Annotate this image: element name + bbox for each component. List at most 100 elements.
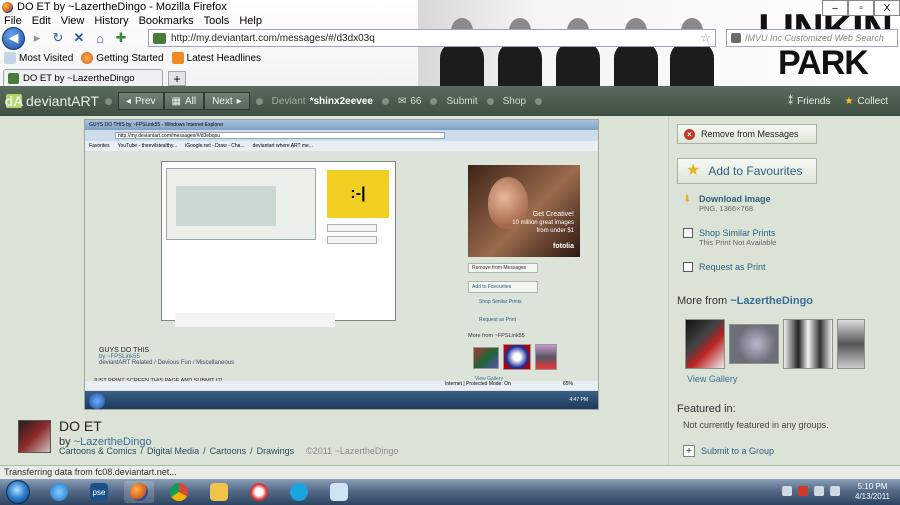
navigation-bar: ◀ ▸ ↻ ✕ ⌂ ✚ http://my.deviantart.com/mes… <box>2 26 900 50</box>
menu-file[interactable]: File <box>4 15 22 27</box>
system-tray <box>782 486 840 496</box>
tray-icon[interactable] <box>782 486 792 496</box>
addon-icon: ✚ <box>115 30 127 45</box>
search-input[interactable]: IMVU Inc Customized Web Search <box>726 29 898 47</box>
view-gallery-link[interactable]: View Gallery <box>687 374 737 384</box>
username: *shinx2eevee <box>309 95 373 107</box>
messages-menu[interactable]: ✉ 66 <box>398 96 422 107</box>
remove-from-messages-button[interactable]: × Remove from Messages <box>677 124 817 144</box>
taskbar-firefox[interactable] <box>124 481 154 503</box>
minimize-button[interactable]: – <box>822 0 848 16</box>
taskbar-chrome[interactable] <box>164 481 194 503</box>
menu-view[interactable]: View <box>61 15 85 27</box>
ie-taskbar: 4:47 PM <box>85 391 598 409</box>
ie-clock: 4:47 PM <box>569 397 588 403</box>
folder-icon <box>210 483 228 501</box>
app-icon <box>250 483 268 501</box>
gallery-thumbnail[interactable] <box>837 319 865 369</box>
tray-icon[interactable] <box>798 486 808 496</box>
star-icon: ★ <box>844 95 854 107</box>
category-link[interactable]: Cartoons & Comics <box>59 446 137 456</box>
reload-icon: ↻ <box>52 30 64 45</box>
prev-button[interactable]: ◂ Prev <box>117 92 164 110</box>
gallery-thumbnail[interactable] <box>685 319 725 369</box>
friends-button[interactable]: ⁑ Friends <box>788 96 830 107</box>
window-title: DO ET by ~LazertheDingo - Mozilla Firefo… <box>17 1 227 13</box>
request-print-action[interactable]: Request as Print <box>683 262 766 272</box>
home-button[interactable]: ⌂ <box>91 29 109 47</box>
new-tab-button[interactable]: + <box>168 71 186 86</box>
download-action[interactable]: ⬇ Download Image PNG, 1366×768 <box>683 194 771 213</box>
ie-status-text: Internet | Protected Mode: On <box>445 381 511 387</box>
taskbar-app2[interactable] <box>324 481 354 503</box>
bookmark-most-visited[interactable]: Most Visited <box>4 52 73 64</box>
taskbar-pse[interactable]: pse <box>84 481 114 503</box>
bookmark-getting-started[interactable]: Getting Started <box>81 52 164 64</box>
taskbar-ie[interactable] <box>44 481 74 503</box>
bookmark-label: Latest Headlines <box>186 52 262 64</box>
friends-icon: ⁑ <box>788 95 794 107</box>
taskbar-explorer[interactable] <box>204 481 234 503</box>
menu-bar: File Edit View History Bookmarks Tools H… <box>4 15 262 27</box>
gallery-thumbnail[interactable] <box>783 319 833 369</box>
addon-button[interactable]: ✚ <box>112 29 130 47</box>
category-link[interactable]: Cartoons <box>210 446 247 456</box>
start-button[interactable] <box>6 480 30 504</box>
submit-menu[interactable]: Submit <box>446 96 477 107</box>
search-placeholder: IMVU Inc Customized Web Search <box>745 33 884 43</box>
tab-active[interactable]: DO ET by ~LazertheDingo <box>3 69 163 86</box>
url-bar[interactable]: http://my.deviantart.com/messages/#/d3dx… <box>148 29 716 47</box>
submit-to-group-button[interactable]: + Submit to a Group <box>683 445 774 457</box>
menu-help[interactable]: Help <box>239 15 262 27</box>
bookmark-latest-headlines[interactable]: Latest Headlines <box>171 52 262 64</box>
volume-icon[interactable] <box>830 486 840 496</box>
next-button[interactable]: Next ▸ <box>204 92 250 110</box>
deviantart-logo[interactable]: dA deviantART <box>5 93 99 109</box>
gallery-thumbnail[interactable] <box>729 324 779 364</box>
firefox-icon <box>81 52 94 64</box>
deviation-image[interactable]: GUYS DO THIS by ~FPSLink55 - Windows Int… <box>84 119 599 410</box>
next-label: Next <box>212 95 233 107</box>
reload-button[interactable]: ↻ <box>49 29 67 47</box>
shop-menu[interactable]: Shop <box>503 96 526 107</box>
separator-dot <box>255 97 263 105</box>
menu-tools[interactable]: Tools <box>204 15 230 27</box>
window-controls: – ▫ X <box>822 0 900 16</box>
nested-deep-page <box>176 186 276 226</box>
collect-button[interactable]: ★ Collect <box>844 96 888 107</box>
rss-icon <box>171 52 184 64</box>
close-button[interactable]: X <box>874 0 900 16</box>
ie-page-content: :-| GUYS DO THIS by ~FPSLink55 deviantAR… <box>85 151 598 392</box>
maximize-button[interactable]: ▫ <box>848 0 874 16</box>
menu-history[interactable]: History <box>94 15 128 27</box>
ie-shop: Shop Similar Prints <box>479 299 522 305</box>
menu-edit[interactable]: Edit <box>32 15 51 27</box>
tray-icon[interactable] <box>814 486 824 496</box>
request-label: Request as Print <box>699 262 766 272</box>
copyright: ©2011 ~LazertheDingo <box>306 446 399 456</box>
category-link[interactable]: Digital Media <box>147 446 199 456</box>
taskbar-skype[interactable] <box>284 481 314 503</box>
add-to-favourites-button[interactable]: ★ Add to Favourites <box>677 158 817 184</box>
shop-prints-action[interactable]: Shop Similar Prints This Print Not Avail… <box>683 228 776 247</box>
fav-label: Add to Favourites <box>708 164 803 178</box>
nested-remove-button <box>327 224 377 232</box>
ie-thumb <box>473 347 499 369</box>
clock[interactable]: 5:10 PM 4/13/2011 <box>855 482 890 502</box>
stop-button[interactable]: ✕ <box>70 29 88 47</box>
ie-remove-button: Remove from Messages <box>468 263 538 273</box>
stop-icon: ✕ <box>73 30 85 45</box>
all-button[interactable]: ▦ All <box>163 92 205 110</box>
featured-heading: Featured in: <box>677 403 736 415</box>
taskbar-app[interactable] <box>244 481 274 503</box>
avatar[interactable] <box>18 420 51 453</box>
more-from-author[interactable]: ~LazertheDingo <box>730 295 813 307</box>
bookmark-star-icon[interactable]: ☆ <box>700 31 711 45</box>
browser-status-bar: Transferring data from fc08.deviantart.n… <box>0 465 900 479</box>
category-link[interactable]: Drawings <box>257 446 295 456</box>
menu-bookmarks[interactable]: Bookmarks <box>139 15 194 27</box>
user-menu[interactable]: Deviant *shinx2eevee <box>272 96 373 107</box>
deviantart-favicon <box>8 72 19 84</box>
forward-button[interactable]: ▸ <box>28 29 46 47</box>
back-button[interactable]: ◀ <box>2 26 25 50</box>
